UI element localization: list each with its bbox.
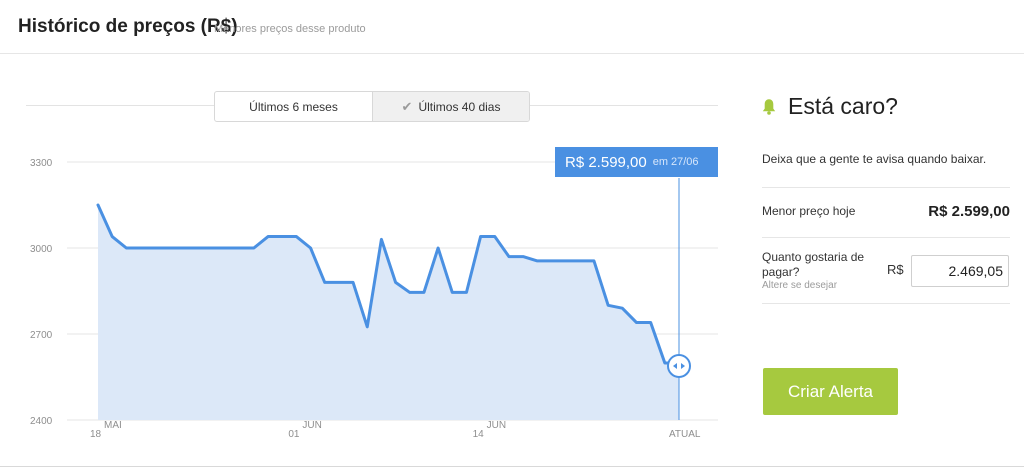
price-chart: 330030002700240018MAI01JUN14JUNATUAL [0, 80, 740, 460]
footer-divider [0, 466, 1024, 467]
divider [762, 237, 1010, 238]
x-tick-month: ATUAL [669, 429, 701, 440]
tooltip-price: R$ 2.599,00 [565, 154, 647, 171]
period-option-6-months[interactable]: Últimos 6 meses [215, 92, 373, 121]
x-tick-day: 14 [473, 429, 485, 440]
tooltip-em: em [653, 156, 668, 168]
toggle-divider-right [530, 105, 718, 106]
toggle-divider-left [26, 105, 214, 106]
alert-description: Deixa que a gente te avisa quando baixar… [762, 152, 986, 166]
tooltip-date: 27/06 [671, 156, 699, 168]
lowest-price-label: Menor preço hoje [762, 204, 855, 218]
price-tooltip: R$ 2.599,00 em 27/06 [555, 147, 718, 177]
y-tick-label: 2400 [30, 416, 53, 427]
price-alert-panel: Está caro? Deixa que a gente te avisa qu… [762, 80, 1010, 460]
period-option-40-days[interactable]: ✔ Últimos 40 dias [373, 92, 529, 121]
page-title: Histórico de preços (R$) [18, 16, 238, 38]
x-tick-day: 01 [288, 429, 300, 440]
cursor-handle[interactable] [668, 355, 690, 377]
header: Histórico de preços (R$) Menores preços … [0, 0, 1024, 54]
x-tick-month: JUN [487, 420, 506, 431]
x-tick-month: MAI [104, 420, 122, 431]
price-chart-svg: 330030002700240018MAI01JUN14JUNATUAL [0, 80, 740, 460]
x-tick-day: 18 [90, 429, 102, 440]
price-area [98, 205, 679, 420]
y-tick-label: 2700 [30, 330, 53, 341]
page-subtitle: Menores preços desse produto [214, 23, 366, 35]
y-tick-label: 3000 [30, 244, 53, 255]
y-tick-label: 3300 [30, 158, 53, 169]
divider [762, 303, 1010, 304]
target-price-hint: Altere se desejar [762, 280, 837, 291]
create-alert-button[interactable]: Criar Alerta [763, 368, 898, 415]
x-tick-month: JUN [302, 420, 321, 431]
lowest-price-value: R$ 2.599,00 [928, 203, 1010, 220]
period-toggle: Últimos 6 meses ✔ Últimos 40 dias [214, 91, 530, 122]
target-price-label: Quanto gostaria de pagar? [762, 250, 872, 280]
alert-title: Está caro? [788, 93, 898, 120]
period-option-label: Últimos 40 dias [418, 100, 500, 114]
period-option-label: Últimos 6 meses [249, 100, 338, 114]
bell-icon [762, 98, 776, 115]
check-icon: ✔ [402, 99, 413, 115]
divider [762, 187, 1010, 188]
currency-label: R$ [887, 262, 904, 277]
target-price-input[interactable] [911, 255, 1009, 287]
